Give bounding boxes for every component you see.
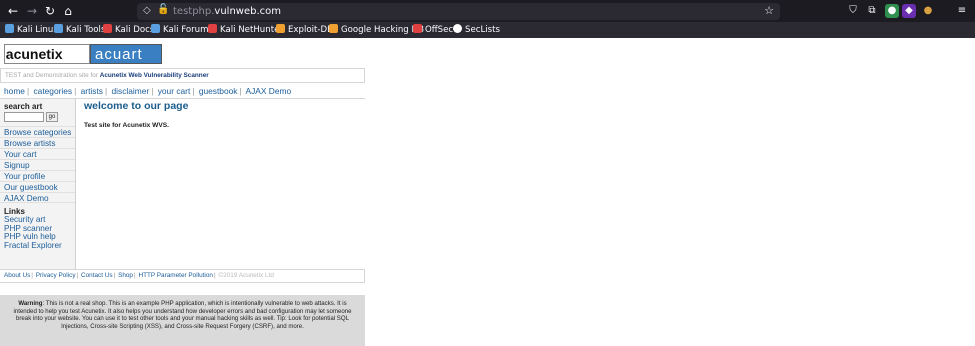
warning-box: Warning: This is not a real shop. This i…	[0, 295, 365, 346]
footer-separator: |	[134, 272, 136, 279]
menu-separator: |	[74, 86, 77, 96]
menu-icon[interactable]: ≡	[955, 4, 969, 18]
bookmark-kali-nethunter[interactable]: Kali NetHunter	[208, 22, 283, 38]
addon-icon[interactable]: ●	[921, 4, 935, 18]
footer-separator: |	[31, 272, 33, 279]
scanner-link[interactable]: Acunetix Web Vulnerability Scanner	[100, 72, 209, 79]
forward-icon[interactable]: →	[24, 3, 40, 19]
side-your-profile[interactable]: Your profile	[0, 170, 75, 181]
menu-home[interactable]: home	[4, 86, 25, 96]
kali-tools-icon	[54, 24, 63, 33]
bookmark-kali-linux[interactable]: Kali Linux	[5, 22, 58, 38]
bookmark-label: Kali Tools	[66, 25, 106, 35]
warning-label: Warning	[18, 300, 43, 307]
account-icon[interactable]: ●	[885, 4, 899, 18]
menu-artists[interactable]: artists	[81, 86, 103, 96]
offsec-icon	[413, 24, 422, 33]
bookmark-label: Google Hacking DB	[341, 25, 425, 35]
bookmark-label: SecLists	[465, 25, 500, 35]
bookmark-label: Kali Forums	[163, 25, 213, 35]
shield-icon[interactable]: ◇	[143, 5, 151, 16]
links-list: Security art PHP scanner PHP vuln help F…	[4, 215, 62, 251]
home-icon[interactable]: ⌂	[60, 3, 76, 19]
footer-shop[interactable]: Shop	[118, 272, 133, 279]
menu-your-cart[interactable]: your cart	[158, 86, 191, 96]
browser-toolbar: ← → ↻ ⌂ ◇ 🔓 testphp.vulnweb.com ☆ ⛉ ⧉ ● …	[0, 0, 975, 22]
bookmark-label: Kali Docs	[115, 25, 155, 35]
kali-docs-icon	[103, 24, 112, 33]
footer-links: About Us| Privacy Policy| Contact Us| Sh…	[0, 269, 365, 283]
warning-text: : This is not a real shop. This is an ex…	[13, 300, 352, 330]
footer-about-us[interactable]: About Us	[4, 272, 30, 279]
ghdb-icon	[329, 24, 338, 33]
bookmark-seclists[interactable]: SecLists	[453, 22, 500, 38]
menu-separator: |	[239, 86, 242, 96]
address-bar[interactable]: ◇ 🔓 testphp.vulnweb.com ☆	[137, 3, 780, 20]
search-title: search art	[4, 102, 43, 111]
bookmark-offsec[interactable]: OffSec	[413, 22, 453, 38]
bookmarks-bar: Kali Linux Kali Tools Kali Docs Kali For…	[0, 22, 975, 38]
bookmark-kali-tools[interactable]: Kali Tools	[54, 22, 105, 38]
bookmark-label: Kali Linux	[17, 25, 59, 35]
side-menu: Browse categories Browse artists Your ca…	[0, 126, 75, 203]
footer-separator: |	[113, 272, 116, 279]
side-browse-artists[interactable]: Browse artists	[0, 137, 75, 148]
seclists-icon	[453, 24, 462, 33]
menu-categories[interactable]: categories	[33, 86, 72, 96]
bookmark-exploit-db[interactable]: Exploit-DB	[276, 22, 333, 38]
top-menu: home | categories | artists | disclaimer | y…	[4, 85, 291, 97]
side-our-guestbook[interactable]: Our guestbook	[0, 181, 75, 192]
star-icon[interactable]: ☆	[764, 4, 774, 17]
kali-nethunter-icon	[208, 24, 217, 33]
bookmark-kali-forums[interactable]: Kali Forums	[151, 22, 213, 38]
intro-text: Test site for Acunetix WVS.	[84, 122, 170, 129]
side-signup[interactable]: Signup	[0, 159, 75, 170]
search-input[interactable]	[4, 112, 44, 122]
side-your-cart[interactable]: Your cart	[0, 148, 75, 159]
bookmark-label: Exploit-DB	[288, 25, 333, 35]
url-prefix: testphp.	[173, 6, 215, 17]
footer-separator: |	[76, 272, 79, 279]
extensions-icon[interactable]: ⧉	[865, 4, 879, 18]
url-text[interactable]: testphp.vulnweb.com	[173, 4, 281, 19]
menu-disclaimer[interactable]: disclaimer	[111, 86, 149, 96]
menu-separator: |	[151, 86, 154, 96]
link-fractal-explorer[interactable]: Fractal Explorer	[4, 241, 62, 251]
lock-insecure-icon[interactable]: 🔓	[157, 4, 169, 15]
menu-separator: |	[192, 86, 195, 96]
menu-separator: |	[26, 86, 30, 96]
menu-separator: |	[104, 86, 108, 96]
footer-contact-us[interactable]: Contact Us	[81, 272, 113, 279]
go-button[interactable]: go	[46, 112, 58, 122]
page-title: welcome to our page	[84, 100, 189, 112]
side-browse-categories[interactable]: Browse categories	[0, 126, 75, 137]
sidebar: search art go Browse categories Browse a…	[0, 99, 76, 269]
pocket-icon[interactable]: ⛉	[846, 4, 860, 18]
acunetix-logo-text: acunetix	[5, 46, 63, 62]
menu-ajax-demo[interactable]: AJAX Demo	[246, 86, 292, 96]
copyright: ©2019 Acunetix Ltd	[218, 272, 274, 279]
acuart-logo: acuart	[90, 44, 162, 64]
footer-separator: |	[213, 272, 216, 279]
kali-forums-icon	[151, 24, 160, 33]
bookmark-label: Kali NetHunter	[220, 25, 283, 35]
web-page: aacunetix acuart TEST and Demonstration …	[0, 38, 975, 346]
back-icon[interactable]: ←	[5, 3, 21, 19]
tagline-text: TEST and Demonstration site for	[5, 72, 100, 79]
profile-icon[interactable]: ◆	[902, 4, 916, 18]
exploit-db-icon	[276, 24, 285, 33]
footer-http-parameter-pollution[interactable]: HTTP Parameter Pollution	[138, 272, 212, 279]
menu-guestbook[interactable]: guestbook	[199, 86, 238, 96]
site-logo[interactable]: aacunetix acuart	[4, 44, 162, 64]
tagline-bar: TEST and Demonstration site for Acunetix…	[0, 68, 365, 83]
bookmark-google-hacking-db[interactable]: Google Hacking DB	[329, 22, 424, 38]
kali-icon	[5, 24, 14, 33]
bookmark-label: OffSec	[425, 25, 454, 35]
acunetix-logo: aacunetix	[4, 44, 90, 64]
side-ajax-demo[interactable]: AJAX Demo	[0, 192, 75, 203]
url-host: vulnweb.com	[214, 6, 282, 17]
footer-privacy-policy[interactable]: Privacy Policy	[36, 272, 76, 279]
bookmark-kali-docs[interactable]: Kali Docs	[103, 22, 154, 38]
reload-icon[interactable]: ↻	[42, 3, 58, 19]
